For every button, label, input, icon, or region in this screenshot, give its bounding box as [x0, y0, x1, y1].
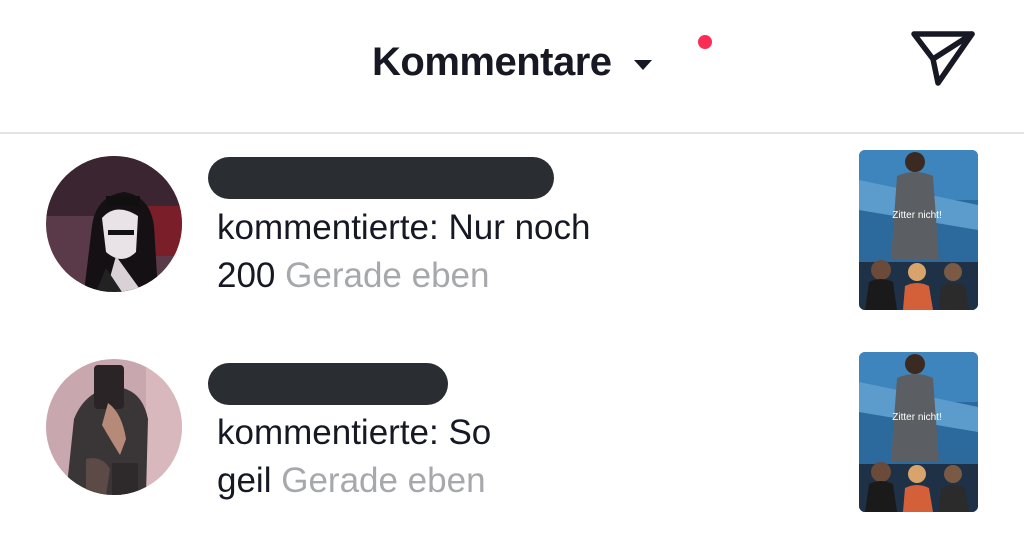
- inbox-filter-dropdown[interactable]: Kommentare: [372, 36, 652, 88]
- send-icon[interactable]: [908, 26, 978, 90]
- list-item[interactable]: kommentierte: Nur noch 200 Gerade eben Z…: [0, 140, 1024, 340]
- page-title: Kommentare: [372, 39, 612, 84]
- comment-text: kommentierte: Nur noch 200 Gerade eben: [217, 204, 677, 300]
- comment-line: kommentierte: Nur noch: [217, 208, 591, 247]
- notification-dot: [698, 35, 712, 49]
- timestamp: Gerade eben: [285, 256, 490, 295]
- avatar[interactable]: [46, 359, 182, 495]
- thumbnail-caption: Zitter nicht!: [892, 412, 941, 423]
- top-bar: Kommentare: [0, 0, 1024, 134]
- chevron-down-icon: [633, 60, 652, 70]
- comment-line-end: geil: [217, 461, 272, 500]
- comment-line: 200 Gerade eben: [217, 252, 677, 300]
- avatar[interactable]: [46, 156, 182, 292]
- video-thumbnail[interactable]: Zitter nicht!: [859, 352, 978, 512]
- list-item[interactable]: kommentierte: So geil Gerade eben Zitter…: [0, 345, 1024, 545]
- timestamp: Gerade eben: [281, 461, 486, 500]
- comment-line-end: 200: [217, 256, 276, 295]
- username-redacted: [208, 157, 554, 199]
- video-thumbnail[interactable]: Zitter nicht!: [859, 150, 978, 310]
- comment-line: geil Gerade eben: [217, 457, 677, 505]
- comment-text: kommentierte: So geil Gerade eben: [217, 409, 677, 505]
- username-redacted: [208, 363, 448, 405]
- thumbnail-caption: Zitter nicht!: [892, 210, 941, 221]
- comment-line: kommentierte: So: [217, 413, 492, 452]
